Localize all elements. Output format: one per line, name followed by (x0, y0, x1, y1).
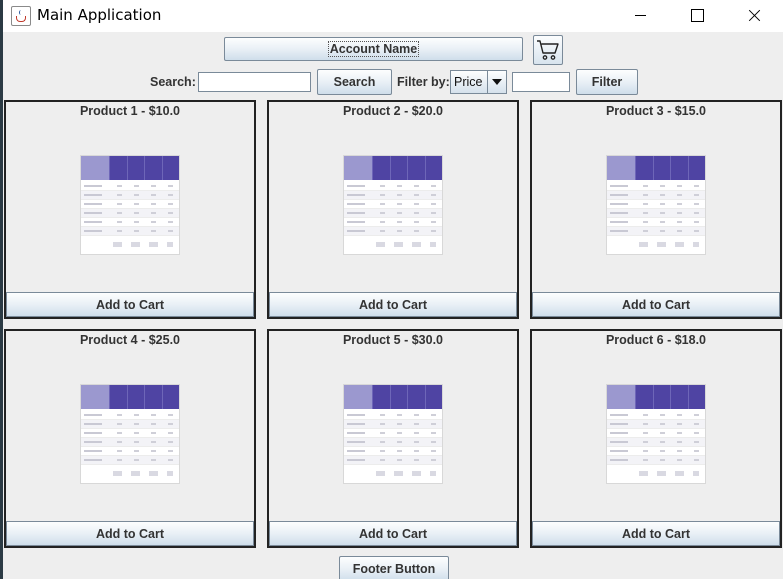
filter-value-input[interactable] (512, 72, 570, 92)
close-icon[interactable] (731, 0, 777, 32)
product-image (343, 155, 443, 255)
filter-by-label: Filter by: (397, 75, 450, 89)
add-to-cart-button[interactable]: Add to Cart (269, 292, 517, 317)
filter-select[interactable]: Price (450, 70, 507, 94)
product-name: Product 5 - $30.0 (342, 333, 444, 347)
product-name: Product 4 - $25.0 (79, 333, 181, 347)
product-image (606, 155, 706, 255)
product-image (80, 384, 180, 484)
product-card: Product 6 - $18.0 Add to Cart (530, 329, 782, 548)
filter-select-value: Price (454, 75, 483, 89)
title-bar: Main Application (3, 0, 783, 32)
product-card: Product 5 - $30.0 Add to Cart (267, 329, 519, 548)
product-card: Product 1 - $10.0 Add to Cart (4, 100, 256, 319)
product-grid: Product 1 - $10.0 Add to Cart Product 2 … (4, 100, 783, 550)
window-title: Main Application (37, 6, 162, 24)
cart-button[interactable] (533, 35, 563, 65)
product-name: Product 3 - $15.0 (605, 104, 707, 118)
footer-button[interactable]: Footer Button (339, 556, 449, 579)
main-panel: Account Name Search: Search Filter by: P… (3, 32, 783, 579)
search-label: Search: (150, 75, 196, 89)
product-card: Product 2 - $20.0 Add to Cart (267, 100, 519, 319)
java-app-icon (11, 6, 31, 26)
minimize-icon[interactable] (617, 0, 663, 32)
cart-icon (537, 40, 559, 60)
product-card: Product 4 - $25.0 Add to Cart (4, 329, 256, 548)
product-image (343, 384, 443, 484)
product-image (606, 384, 706, 484)
product-name: Product 2 - $20.0 (342, 104, 444, 118)
filter-button[interactable]: Filter (576, 69, 638, 95)
add-to-cart-button[interactable]: Add to Cart (532, 521, 780, 546)
add-to-cart-button[interactable]: Add to Cart (269, 521, 517, 546)
search-button[interactable]: Search (317, 69, 392, 95)
account-name-button[interactable]: Account Name (224, 37, 523, 61)
product-image (80, 155, 180, 255)
product-name: Product 6 - $18.0 (605, 333, 707, 347)
product-card: Product 3 - $15.0 Add to Cart (530, 100, 782, 319)
add-to-cart-button[interactable]: Add to Cart (6, 521, 254, 546)
maximize-icon[interactable] (674, 0, 720, 32)
account-name-label: Account Name (327, 41, 420, 57)
search-input[interactable] (198, 72, 311, 92)
chevron-down-icon[interactable] (487, 71, 506, 93)
add-to-cart-button[interactable]: Add to Cart (6, 292, 254, 317)
add-to-cart-button[interactable]: Add to Cart (532, 292, 780, 317)
product-name: Product 1 - $10.0 (79, 104, 181, 118)
